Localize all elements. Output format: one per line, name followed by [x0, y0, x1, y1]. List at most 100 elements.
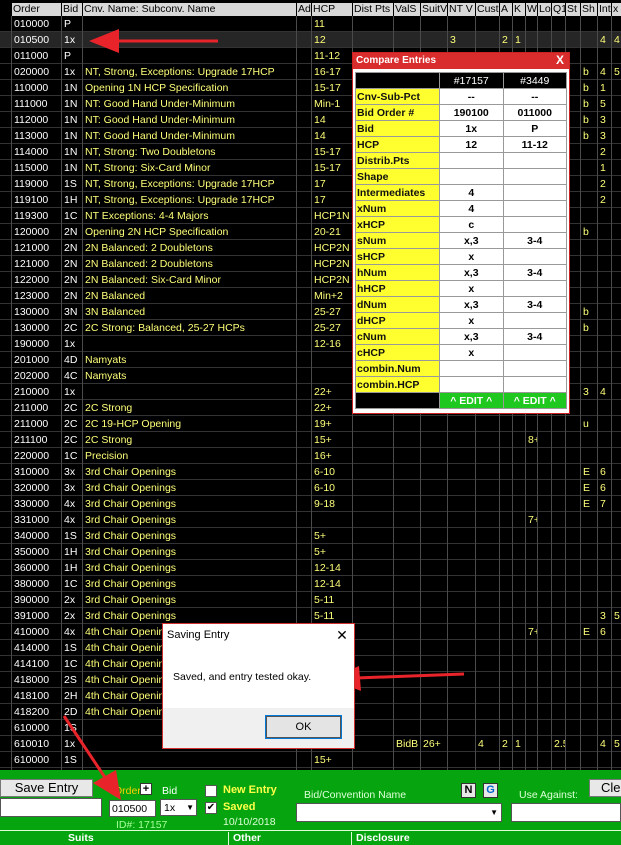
bid-cell: 2C [64, 402, 78, 414]
column-header[interactable]: A [500, 3, 512, 16]
column-header[interactable]: Sh [581, 3, 597, 16]
hcp-cell: 5+ [314, 530, 326, 542]
order-cell: 418100 [14, 690, 50, 702]
column-header[interactable]: NT V [448, 3, 475, 16]
column-header[interactable]: K [513, 3, 525, 16]
saved-label: Saved [223, 801, 256, 813]
bid-cell: 3N [64, 306, 78, 318]
hcp-cell: 25-27 [314, 306, 341, 318]
bid-cell: 1S [64, 530, 77, 542]
order-cell: 340000 [14, 530, 50, 542]
compare-value-a: x,3 [439, 264, 504, 281]
compare-value-b: 3-4 [502, 296, 567, 313]
order-cell: 350000 [14, 546, 50, 558]
hcp-cell: HCP2N [314, 274, 350, 286]
value-cell: b [583, 114, 589, 126]
compare-label: cHCP [355, 344, 440, 361]
new-entry-checkbox[interactable] [205, 785, 217, 797]
saving-entry-dialog: Saving Entry ✕ Saved, and entry tested o… [162, 623, 355, 749]
tab-separator [351, 832, 352, 845]
suits-tab[interactable]: Suits [68, 832, 94, 844]
value-cell: 4 [600, 386, 606, 398]
order-cell: 201000 [14, 354, 50, 366]
compare-label: cNum [355, 328, 440, 345]
value-cell: 7 [600, 498, 606, 510]
bid-convention-select[interactable]: ▼ [296, 803, 502, 822]
close-icon[interactable]: X [553, 54, 567, 68]
bid-cell: P [64, 18, 72, 30]
order-cell: 120000 [14, 226, 50, 238]
value-cell: E [583, 498, 591, 510]
ok-button[interactable]: OK [265, 715, 342, 739]
bid-label: Bid [162, 785, 178, 797]
dialog-title-bar: Saving Entry ✕ [163, 624, 354, 646]
bid-cell: 4x [64, 498, 76, 510]
value-cell: 5 [614, 66, 620, 78]
column-header[interactable]: Cnv. Name: Subconv. Name [83, 3, 296, 16]
bid-select[interactable]: 1x ▼ [160, 799, 197, 816]
column-header[interactable]: HCP [312, 3, 352, 16]
compare-col2-header: #3449 [502, 72, 567, 89]
value-cell: b [583, 322, 589, 334]
name-cell: NT, Strong, Exceptions: Upgrade 17HCP [85, 66, 275, 78]
disclosure-tab[interactable]: Disclosure [356, 832, 410, 844]
order-cell: 320000 [14, 482, 50, 494]
hcp-cell [312, 368, 352, 384]
hcp-cell: 17 [314, 178, 326, 190]
other-tab[interactable]: Other [233, 832, 261, 844]
clear-button[interactable]: Cle [589, 779, 621, 797]
compare-row: Bid Order #190100 011000 [355, 104, 567, 121]
column-header[interactable]: Ad [297, 3, 311, 16]
value-cell: 1 [600, 162, 606, 174]
hcp-cell: 15-17 [314, 146, 341, 158]
hcp-cell: 19+ [314, 418, 332, 430]
order-cell: 190000 [14, 338, 50, 350]
compare-title: Compare Entries [356, 55, 437, 66]
edit-entry1-button[interactable]: ^ EDIT ^ [439, 392, 504, 409]
column-header[interactable]: Bid [62, 3, 82, 16]
compare-label: xHCP [355, 216, 440, 233]
close-icon[interactable]: ✕ [334, 624, 350, 646]
column-header[interactable]: Dist Pts [353, 3, 393, 16]
value-cell: 1 [600, 82, 606, 94]
hcp-cell: 9-18 [314, 498, 336, 510]
name-cell: 3rd Chair Openings [85, 498, 177, 510]
compare-label: sNum [355, 232, 440, 249]
name-cell: Opening 1N HCP Specification [85, 82, 229, 94]
name-cell: 3rd Chair Openings [85, 578, 177, 590]
column-header[interactable]: Cust [476, 3, 499, 16]
column-header[interactable]: x [612, 3, 621, 16]
name-cell: Namyats [85, 354, 127, 366]
value-cell: 3 [600, 610, 606, 622]
n-button[interactable]: N [461, 783, 476, 798]
saved-checkbox[interactable]: ✔ [205, 802, 217, 814]
compare-header-row: #17157 #3449 [355, 72, 567, 89]
compare-value-a [439, 168, 504, 185]
order-plus-button[interactable]: + [140, 783, 152, 795]
column-header[interactable]: Int [598, 3, 611, 16]
name-cell: Precision [85, 450, 129, 462]
g-button[interactable]: G [483, 783, 498, 798]
column-header[interactable]: SuitV [421, 3, 447, 16]
compare-label: Cnv-Sub-Pct [355, 88, 440, 105]
bid-cell: 4x [64, 626, 76, 638]
value-cell: 8+ [528, 434, 537, 446]
value-cell: 6 [600, 466, 606, 478]
column-header[interactable]: Q1 [552, 3, 565, 16]
column-header[interactable]: Order [12, 3, 61, 16]
bid-cell: 1C [64, 658, 78, 670]
bid-cell: 1x [64, 34, 76, 46]
bid-cell: 2S [64, 674, 77, 686]
edit-entry2-button[interactable]: ^ EDIT ^ [502, 392, 567, 409]
compare-value-b: 3-4 [502, 232, 567, 249]
value-cell: 26+ [423, 738, 441, 750]
column-header[interactable]: Lo [538, 3, 551, 16]
use-against-field[interactable] [511, 803, 621, 822]
column-header[interactable]: ValS [394, 3, 420, 16]
compare-label: Bid [355, 120, 440, 137]
compare-label: combin.HCP [355, 376, 440, 393]
column-header[interactable]: W [526, 3, 537, 16]
column-header[interactable]: St [566, 3, 580, 16]
bid-cell: 4D [64, 354, 78, 366]
compare-row: Shape [355, 168, 567, 185]
